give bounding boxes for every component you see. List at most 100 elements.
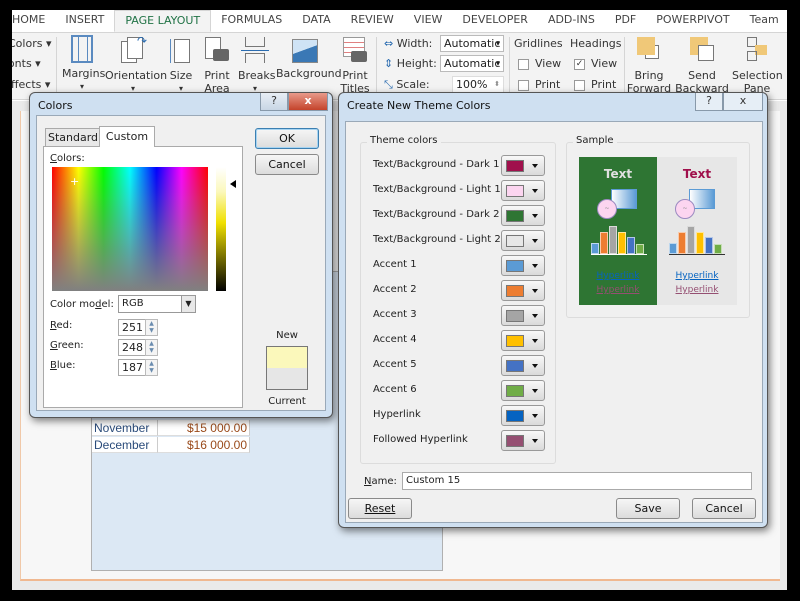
color-model-select[interactable]: RGB ▼ [118,295,196,313]
cell-amount[interactable]: $15 000.00 [158,420,250,436]
tab-page-layout[interactable]: PAGE LAYOUT [114,10,212,32]
theme-color-row: Accent 3 [373,305,553,327]
color-picker-button[interactable] [501,305,545,326]
blue-input[interactable]: 187 [118,359,146,376]
width-icon: ⇔ [384,37,394,50]
cancel-button[interactable]: Cancel [255,154,319,175]
ribbon: Colors ▾ Fonts ▾ Effects ▾ Margins▾ ↷ Or… [12,32,787,108]
sample-chart-bar [714,244,722,254]
theme-color-row: Accent 4 [373,330,553,352]
red-input[interactable]: 251 [118,319,146,336]
gridlines-print-checkbox[interactable]: Print [518,78,560,91]
theme-color-row: Text/Background - Light 1 [373,180,553,202]
reset-button[interactable]: Reset [348,498,412,519]
theme-effects-button[interactable]: Effects ▾ [12,78,50,91]
color-picker-button[interactable] [501,205,545,226]
luminance-arrow-icon[interactable] [230,180,236,188]
theme-color-label: Accent 2 [373,284,417,295]
theme-color-label: Text/Background - Light 1 [373,184,501,195]
custom-tab-panel: Colors: + Color model: RGB ▼ Red: 251 ▲ ▼ … [43,146,243,408]
orientation-button[interactable]: ↷ Orientation ▾ [105,35,167,95]
chevron-down-icon [532,364,538,368]
headings-view-checkbox[interactable]: ✓ View [574,57,617,70]
blue-spinner[interactable]: ▲ ▼ [145,359,158,376]
color-swatch [506,260,524,272]
tab-formulas[interactable]: FORMULAS [211,10,292,32]
cell-month[interactable]: December [92,437,158,453]
theme-color-row: Accent 1 [373,255,553,277]
height-icon: ⇕ [384,57,394,70]
tab-pdf[interactable]: PDF [605,10,646,32]
sample-chart-bar [678,231,686,254]
color-picker-button[interactable] [501,430,545,451]
color-picker-button[interactable] [501,380,545,401]
bring-forward-icon [635,35,663,65]
tab-review[interactable]: REVIEW [341,10,404,32]
current-color-swatch [267,368,307,389]
tab-data[interactable]: DATA [292,10,340,32]
tab-home[interactable]: HOME [12,10,55,32]
tab-standard[interactable]: Standard [45,128,101,146]
sample-text-dark: Text [603,167,633,181]
theme-color-label: Followed Hyperlink [373,434,468,445]
breaks-button[interactable]: Breaks ▾ [238,35,275,95]
color-swatch [506,235,524,247]
color-spectrum[interactable]: + [52,167,208,291]
help-button[interactable]: ? [260,93,288,111]
color-picker-button[interactable] [501,330,545,351]
theme-color-row: Accent 2 [373,280,553,302]
help-button[interactable]: ? [695,93,723,111]
theme-fonts-button[interactable]: Fonts ▾ [12,57,41,70]
send-backward-label-1: Send [688,69,716,82]
theme-name-input[interactable]: Custom 15 [402,472,752,490]
color-picker-button[interactable] [501,280,545,301]
theme-effects-label: Effects [12,78,42,91]
tab-view[interactable]: VIEW [404,10,453,32]
cell-month[interactable]: November [92,420,158,436]
size-button[interactable]: Size ▾ [168,35,194,95]
print-titles-icon [341,35,369,65]
color-swatch [506,360,524,372]
scale-spinner[interactable]: 100% ⬍ [452,76,504,93]
width-dropdown[interactable]: Automatic ▾ [440,35,504,52]
tab-developer[interactable]: DEVELOPER [452,10,538,32]
color-picker-button[interactable] [501,230,545,251]
color-picker-button[interactable] [501,355,545,376]
color-picker-button[interactable] [501,255,545,276]
tab-powerpivot[interactable]: POWERPIVOT [646,10,739,32]
color-picker-button[interactable] [501,155,545,176]
luminance-slider[interactable] [216,167,226,291]
tab-add-ins[interactable]: ADD-INS [538,10,605,32]
height-dropdown[interactable]: Automatic ▾ [440,55,504,72]
green-input[interactable]: 248 [118,339,146,356]
theme-color-label: Accent 4 [373,334,417,345]
print-titles-button[interactable]: Print Titles [340,35,370,95]
background-button[interactable]: Background [276,35,342,80]
close-button[interactable]: x [288,93,328,111]
cancel-button[interactable]: Cancel [692,498,756,519]
green-spinner[interactable]: ▲ ▼ [145,339,158,356]
save-button[interactable]: Save [616,498,680,519]
sample-hyperlink-dark: Hyperlink [596,271,640,281]
theme-colors-button[interactable]: Colors ▾ [12,37,51,50]
chevron-down-icon [532,339,538,343]
color-picker-button[interactable] [501,180,545,201]
color-picker-button[interactable] [501,405,545,426]
gridlines-view-checkbox[interactable]: View [518,57,561,70]
margins-button[interactable]: Margins ▾ [62,35,105,93]
theme-color-row: Followed Hyperlink [373,430,553,452]
cell-amount[interactable]: $16 000.00 [158,437,250,453]
tab-custom[interactable]: Custom [99,126,155,147]
ok-button[interactable]: OK [255,128,319,149]
selection-pane-button[interactable]: Selection Pane [732,35,783,95]
green-label: Green: [50,340,84,351]
headings-print-checkbox[interactable]: Print [574,78,616,91]
tab-team[interactable]: Team [740,10,787,32]
tab-insert[interactable]: INSERT [55,10,114,32]
new-color-swatch [267,347,307,368]
sample-followed-hyperlink-light: Hyperlink [675,285,719,295]
current-label: Current [268,396,306,407]
close-button[interactable]: x [723,93,763,111]
red-spinner[interactable]: ▲ ▼ [145,319,158,336]
chevron-down-icon [532,214,538,218]
